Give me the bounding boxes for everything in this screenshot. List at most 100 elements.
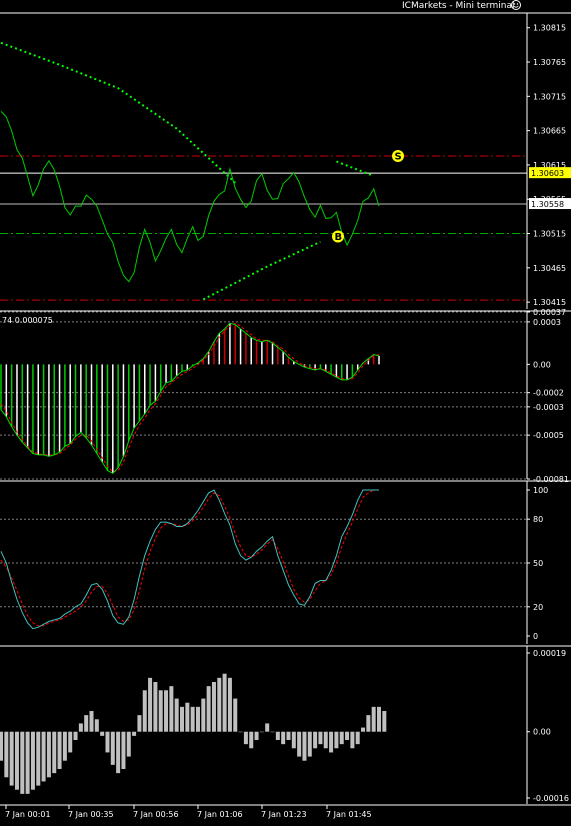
histogram-bar xyxy=(275,731,280,740)
price-tick-label: 1.30765 xyxy=(533,58,566,67)
osc1-tick-label: -0.0005 xyxy=(533,431,564,440)
price-tick-label: 1.30465 xyxy=(533,264,566,273)
osc1-tick-label: 0.00 xyxy=(533,360,551,369)
histogram-bar xyxy=(52,731,57,774)
histogram-bar xyxy=(84,715,89,732)
histogram-bar xyxy=(164,690,169,732)
histogram-bar xyxy=(36,731,41,786)
price-tick-label: 1.30515 xyxy=(533,230,566,239)
histogram-bar xyxy=(121,731,126,769)
histogram-bar xyxy=(307,731,312,757)
histogram-bar xyxy=(62,731,67,761)
osc1-tick-label: -0.0002 xyxy=(533,389,564,398)
histogram-bar xyxy=(4,731,9,778)
histogram-bar xyxy=(243,731,248,745)
time-tick-label: 7 Jan 01:06 xyxy=(197,810,243,819)
time-tick-label: 7 Jan 01:23 xyxy=(261,810,307,819)
histogram-bar xyxy=(334,731,339,749)
histogram-bar xyxy=(382,711,387,732)
histogram-tick-label: 0.00019 xyxy=(533,649,566,658)
oscillator-header: 74 0.000075 xyxy=(2,316,53,325)
window-title: ICMarkets - Mini terminal xyxy=(402,1,514,11)
histogram-bar xyxy=(180,706,185,732)
histogram-bar xyxy=(302,731,307,761)
histogram-bar xyxy=(206,686,211,732)
histogram-bar xyxy=(30,731,35,790)
histogram-bar xyxy=(190,706,195,732)
histogram-bar xyxy=(227,677,232,732)
histogram-bar xyxy=(217,677,222,732)
histogram-bar xyxy=(345,731,350,740)
histogram-bar xyxy=(73,731,78,740)
osc2-tick-label: 50 xyxy=(533,559,543,568)
histogram-bar xyxy=(41,731,46,782)
histogram-bar xyxy=(265,723,270,732)
histogram-bar xyxy=(9,731,14,786)
osc1-tick-label: -0.0003 xyxy=(533,403,564,412)
osc1-tick-label: 0.0003 xyxy=(533,318,561,327)
histogram-bar xyxy=(94,719,99,732)
histogram-bar xyxy=(259,731,264,733)
buy-marker-label: B xyxy=(335,232,343,243)
histogram-bar xyxy=(222,673,227,732)
histogram-tick-label: -0.00016 xyxy=(533,794,569,803)
histogram-bar xyxy=(105,731,110,753)
histogram-bar xyxy=(355,731,360,745)
histogram-bar xyxy=(249,731,254,749)
histogram-bar xyxy=(254,731,259,740)
histogram-bar xyxy=(142,690,147,732)
osc2-tick-label: 20 xyxy=(533,603,543,612)
histogram-bar xyxy=(126,731,131,757)
osc2-tick-label: 100 xyxy=(533,486,548,495)
histogram-bar xyxy=(46,731,51,778)
last-price-label: 1.30558 xyxy=(531,200,564,209)
histogram-bar xyxy=(201,698,206,732)
histogram-bar xyxy=(148,677,153,732)
price-tick-label: 1.30815 xyxy=(533,24,566,33)
histogram-bar xyxy=(57,731,62,769)
histogram-bar xyxy=(0,731,3,761)
histogram-bar xyxy=(286,731,291,740)
price-tick-label: 1.30665 xyxy=(533,127,566,136)
current-price-label: 1.30603 xyxy=(531,169,564,178)
histogram-bar xyxy=(78,723,83,732)
sell-marker-label: S xyxy=(395,152,402,163)
histogram-bar xyxy=(377,706,381,732)
histogram-bar xyxy=(233,698,238,732)
histogram-bar xyxy=(270,731,275,733)
osc1-tick-label: -0.00081 xyxy=(533,475,569,484)
histogram-bar xyxy=(174,698,179,732)
histogram-bar xyxy=(14,731,19,790)
histogram-bar xyxy=(110,731,115,765)
osc2-tick-label: 0 xyxy=(533,632,538,641)
histogram-bar xyxy=(371,706,376,732)
histogram-bar xyxy=(137,715,142,732)
histogram-bar xyxy=(297,731,302,757)
histogram-bar xyxy=(329,731,334,753)
histogram-bar xyxy=(158,690,163,732)
histogram-bar xyxy=(323,731,328,749)
osc1-tick-label: 0.00037 xyxy=(533,308,566,317)
histogram-bar xyxy=(169,686,174,732)
histogram-bar xyxy=(238,731,243,733)
histogram-bar xyxy=(366,715,371,732)
histogram-tick-label: 0.00 xyxy=(533,728,551,737)
histogram-bar xyxy=(100,731,105,736)
histogram-bar xyxy=(20,731,25,794)
chart-canvas: ICMarkets - Mini terminal 1.30815 1.30765… xyxy=(0,0,571,822)
histogram-bar xyxy=(153,682,158,732)
mini-terminal-window: ICMarkets - Mini terminal 1.30815 1.30765… xyxy=(0,0,571,822)
histogram-bar xyxy=(68,731,73,753)
histogram-bar xyxy=(291,731,296,749)
time-tick-label: 7 Jan 00:56 xyxy=(133,810,179,819)
price-tick-label: 1.30715 xyxy=(533,92,566,101)
time-tick-label: 7 Jan 01:45 xyxy=(326,810,372,819)
histogram-bar xyxy=(313,731,318,749)
price-tick-label: 1.30415 xyxy=(533,298,566,307)
histogram-bar xyxy=(25,731,30,794)
histogram-bar xyxy=(318,731,323,745)
histogram-bar xyxy=(132,731,137,736)
histogram-bar xyxy=(281,731,286,745)
time-tick-label: 7 Jan 00:35 xyxy=(68,810,114,819)
histogram-bar xyxy=(116,731,121,774)
